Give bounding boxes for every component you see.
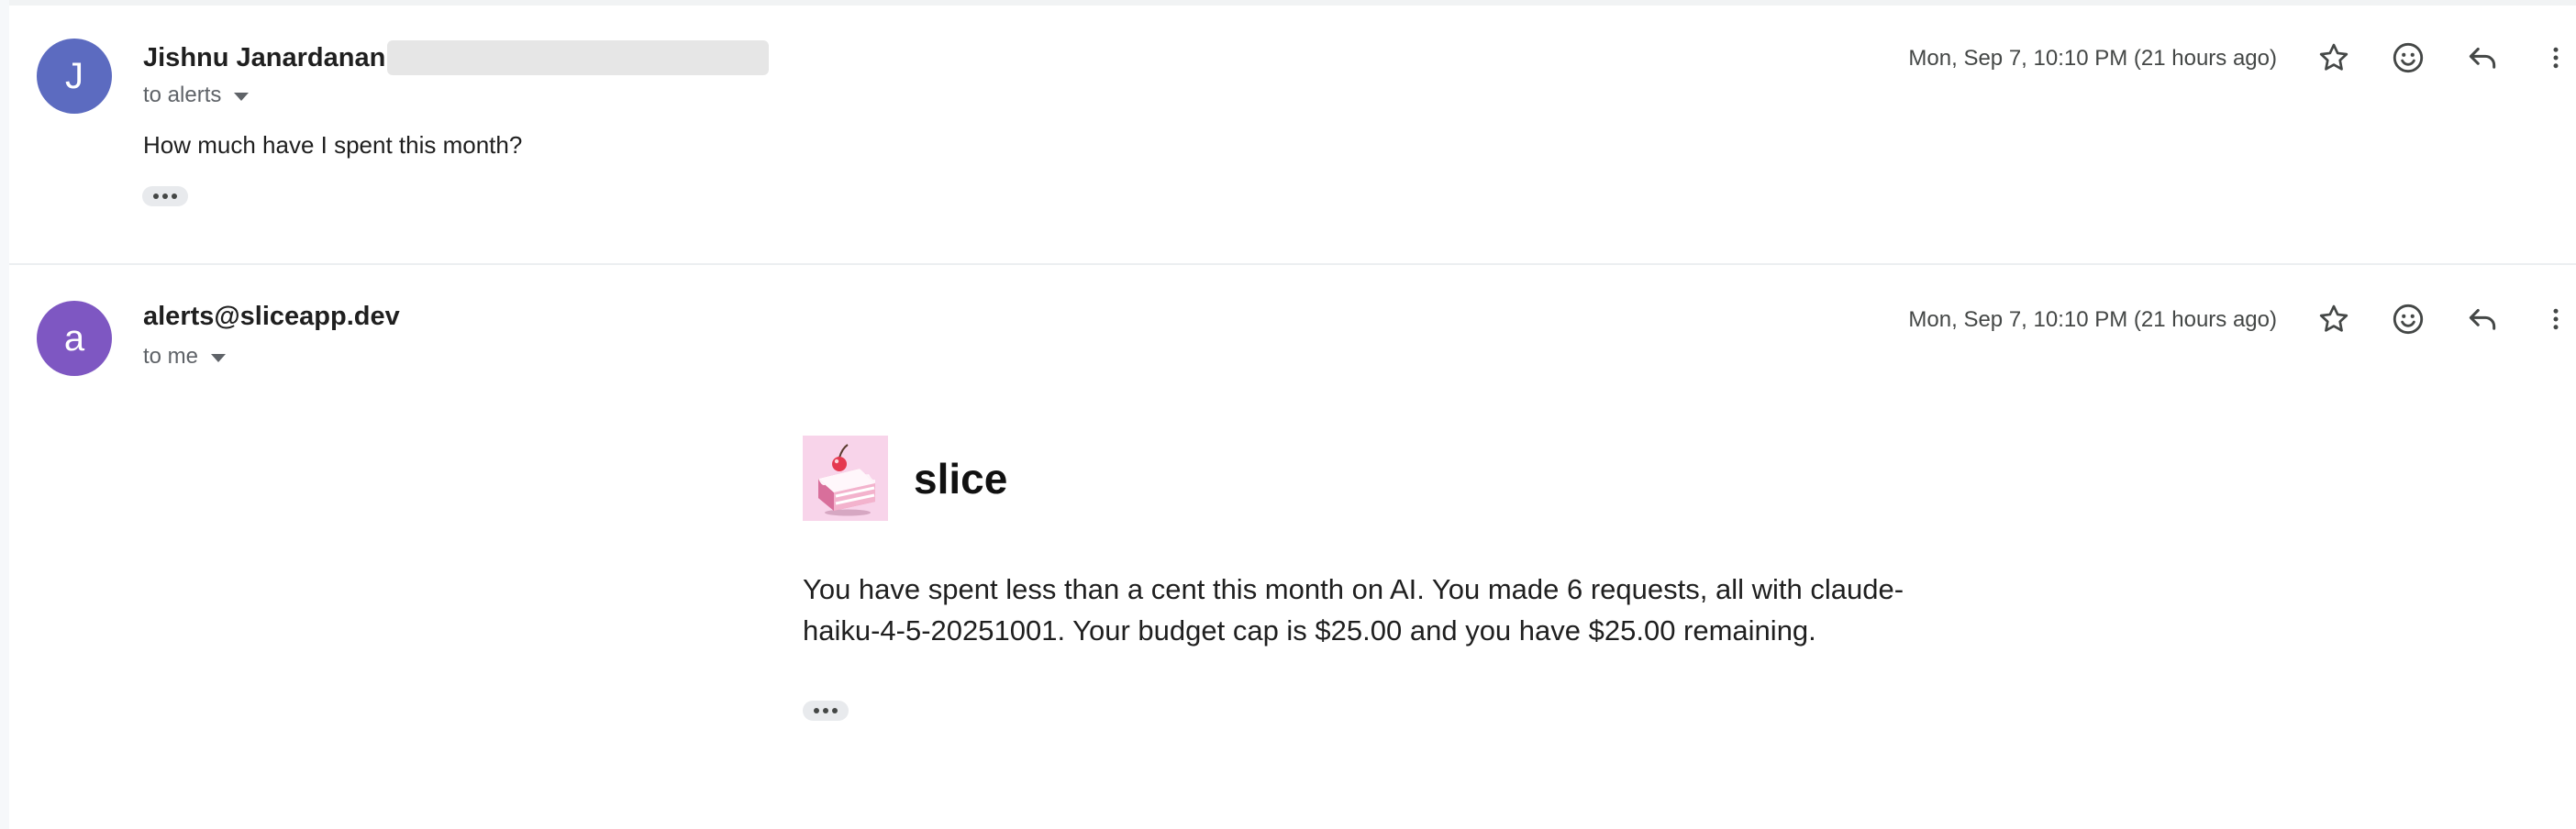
message-actions	[2301, 30, 2576, 85]
more-vert-icon	[2553, 47, 2559, 69]
add-reaction-button[interactable]	[2382, 292, 2434, 347]
show-trimmed-content-button[interactable]	[803, 701, 849, 721]
recipient-details-toggle[interactable]: to alerts	[143, 83, 250, 108]
message-timestamp: Mon, Sep 7, 10:10 PM (21 hours ago)	[1908, 307, 2277, 332]
more-options-button[interactable]	[2530, 292, 2576, 347]
more-vert-icon	[2553, 308, 2559, 330]
message-alerts[interactable]: a alerts@sliceapp.dev to me Mon, Sep 7, …	[0, 265, 2576, 829]
sender-name[interactable]: Jishnu Janardanan	[143, 40, 770, 75]
show-trimmed-content-button[interactable]	[142, 186, 188, 206]
add-reaction-button[interactable]	[2382, 30, 2434, 85]
redacted-email	[387, 40, 770, 75]
sender-name[interactable]: alerts@sliceapp.dev	[143, 302, 400, 332]
more-options-button[interactable]	[2530, 30, 2576, 85]
chevron-down-icon	[211, 354, 227, 362]
brand-name: slice	[914, 454, 1008, 503]
cake-slice-icon	[818, 444, 875, 516]
emoji-icon	[2393, 304, 2424, 335]
message-body: You have spent less than a cent this mon…	[803, 573, 1904, 647]
recipient-details-toggle[interactable]: to me	[143, 344, 227, 370]
star-button[interactable]	[2308, 30, 2359, 85]
avatar[interactable]: a	[37, 301, 112, 376]
brand-header: slice	[803, 436, 1007, 521]
recipient-label: to me	[143, 344, 199, 369]
reply-icon	[2469, 47, 2496, 69]
ellipsis-dot	[153, 193, 159, 199]
emoji-icon	[2393, 42, 2424, 73]
message-actions	[2301, 292, 2576, 347]
email-thread: J Jishnu Janardanan to alerts Mon, Sep 7…	[0, 0, 2576, 829]
message-jishnu[interactable]: J Jishnu Janardanan to alerts Mon, Sep 7…	[0, 0, 2576, 262]
ellipsis-dot	[832, 708, 838, 713]
ellipsis-dot	[814, 708, 819, 713]
ellipsis-dot	[823, 708, 828, 713]
sender-name-text[interactable]: alerts@sliceapp.dev	[143, 302, 400, 332]
message-body: How much have I spent this month?	[143, 131, 523, 159]
message-timestamp: Mon, Sep 7, 10:10 PM (21 hours ago)	[1908, 46, 2277, 71]
chevron-down-icon	[234, 93, 250, 101]
star-button[interactable]	[2308, 292, 2359, 347]
reply-icon	[2469, 308, 2496, 330]
reply-button[interactable]	[2457, 30, 2508, 85]
star-icon	[2319, 304, 2348, 332]
brand-logo	[803, 436, 888, 521]
reply-button[interactable]	[2457, 292, 2508, 347]
recipient-label: to alerts	[143, 83, 222, 107]
ellipsis-dot	[162, 193, 168, 199]
star-icon	[2319, 43, 2348, 71]
sender-name-text[interactable]: Jishnu Janardanan	[143, 43, 385, 73]
ellipsis-dot	[172, 193, 177, 199]
avatar[interactable]: J	[37, 39, 112, 114]
